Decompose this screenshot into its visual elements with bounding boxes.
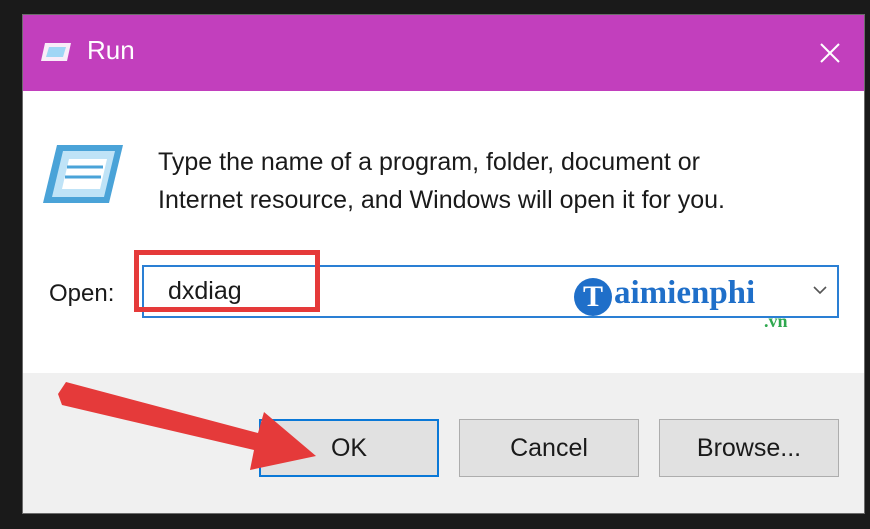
- instructions-line-1: Type the name of a program, folder, docu…: [158, 148, 700, 176]
- chevron-down-icon[interactable]: [811, 281, 829, 299]
- title-bar[interactable]: Run: [23, 15, 864, 91]
- watermark-suffix: .vn: [764, 311, 788, 331]
- instructions-text: Type the name of a program, folder, docu…: [158, 143, 838, 219]
- close-button[interactable]: [796, 15, 864, 91]
- watermark-text: aimienphi: [614, 275, 756, 311]
- cancel-button[interactable]: Cancel: [459, 419, 639, 477]
- close-icon: [820, 43, 840, 63]
- browse-button[interactable]: Browse...: [659, 419, 839, 477]
- run-app-icon: [41, 43, 71, 61]
- ok-button[interactable]: OK: [259, 419, 439, 477]
- run-icon: [43, 145, 123, 203]
- open-input[interactable]: dxdiag: [168, 277, 242, 306]
- instructions-line-2: Internet resource, and Windows will open…: [158, 186, 725, 214]
- open-label: Open:: [49, 280, 115, 307]
- window-title: Run: [87, 35, 135, 65]
- run-dialog: Run Type the name of a program, folder, …: [22, 14, 865, 514]
- watermark-logo-icon: T: [574, 278, 612, 316]
